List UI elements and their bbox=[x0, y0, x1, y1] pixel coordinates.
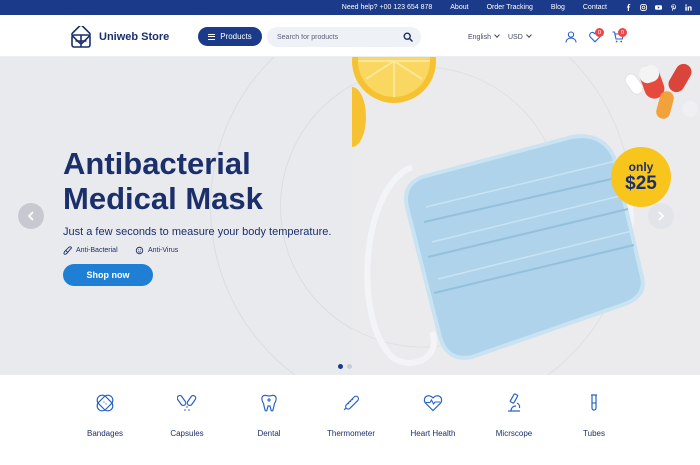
tooth-icon bbox=[261, 394, 277, 412]
lemon-slice bbox=[352, 57, 436, 103]
products-menu-button[interactable]: Products bbox=[198, 27, 262, 46]
cart-count-badge: 0 bbox=[618, 28, 627, 37]
category-microscope[interactable]: Micrscope bbox=[469, 393, 559, 438]
feature-anti-virus-label: Anti-Virus bbox=[148, 247, 179, 254]
pinterest-icon[interactable] bbox=[670, 4, 677, 11]
heart-icon bbox=[423, 395, 443, 412]
chevron-right-icon bbox=[658, 211, 665, 221]
hero-slider: Antibacterial Medical Mask Just a few se… bbox=[0, 57, 700, 375]
chevron-left-icon bbox=[27, 211, 34, 221]
lemon-slice bbox=[352, 87, 366, 147]
virus-icon bbox=[135, 246, 144, 255]
search-bar bbox=[267, 27, 421, 47]
bandage-icon bbox=[96, 394, 114, 412]
chevron-down-icon bbox=[494, 32, 500, 38]
language-value: English bbox=[468, 34, 491, 41]
microscope-icon bbox=[508, 393, 521, 412]
pills bbox=[624, 63, 698, 119]
hero-title-line-2: Medical Mask bbox=[63, 181, 263, 216]
top-link-contact[interactable]: Contact bbox=[583, 4, 607, 11]
shop-now-button[interactable]: Shop now bbox=[63, 264, 153, 286]
search-input[interactable] bbox=[267, 27, 397, 47]
capsules-icon bbox=[177, 394, 197, 411]
category-bandages[interactable]: Bandages bbox=[60, 393, 150, 438]
category-label: Dental bbox=[257, 429, 281, 438]
category-label: Bandages bbox=[86, 429, 124, 438]
feature-anti-bacterial: Anti-Bacterial bbox=[63, 246, 118, 255]
main-header: Uniweb Store Products English USD 0 0 bbox=[0, 15, 700, 57]
category-strip: Bandages Capsules Dental Thermometer Hea… bbox=[0, 375, 700, 465]
category-dental[interactable]: Dental bbox=[224, 393, 314, 438]
feature-anti-bacterial-label: Anti-Bacterial bbox=[76, 247, 118, 254]
thermometer-icon bbox=[343, 395, 360, 411]
chevron-down-icon bbox=[525, 32, 532, 38]
category-label: Tubes bbox=[583, 429, 605, 438]
top-link-blog[interactable]: Blog bbox=[551, 4, 565, 11]
bacteria-shield-icon bbox=[63, 246, 72, 255]
top-bar: Need help? +00 123 654 878 About Order T… bbox=[0, 0, 700, 15]
brand-name[interactable]: Uniweb Store bbox=[99, 31, 169, 43]
test-tube-icon bbox=[591, 394, 597, 411]
top-link-about[interactable]: About bbox=[450, 4, 468, 11]
price-value: $25 bbox=[625, 172, 657, 194]
hamburger-icon bbox=[208, 33, 216, 40]
top-link-order-tracking[interactable]: Order Tracking bbox=[487, 4, 533, 11]
category-tubes[interactable]: Tubes bbox=[549, 393, 639, 438]
facebook-icon[interactable] bbox=[625, 4, 632, 11]
linkedin-icon[interactable] bbox=[685, 4, 692, 11]
category-label: Micrscope bbox=[495, 429, 533, 438]
instagram-icon[interactable] bbox=[640, 4, 647, 11]
hero-title-line-1: Antibacterial bbox=[63, 146, 251, 181]
category-label: Capsules bbox=[170, 429, 204, 438]
products-menu-label: Products bbox=[220, 32, 252, 41]
category-heart-health[interactable]: Heart Health bbox=[388, 393, 478, 438]
currency-value: USD bbox=[508, 34, 523, 41]
search-icon[interactable] bbox=[403, 32, 413, 42]
slider-dot[interactable] bbox=[338, 364, 343, 369]
hero-title: Antibacterial Medical Mask bbox=[63, 146, 363, 216]
slider-next-button[interactable] bbox=[648, 203, 674, 229]
feature-anti-virus: Anti-Virus bbox=[135, 246, 178, 255]
price-badge: only $25 bbox=[611, 147, 671, 207]
wishlist-count-badge: 0 bbox=[595, 28, 604, 37]
price-prefix: only bbox=[628, 159, 654, 174]
hero-subtitle: Just a few seconds to measure your body … bbox=[63, 226, 332, 238]
category-label: Thermometer bbox=[326, 429, 375, 438]
category-thermometer[interactable]: Thermometer bbox=[306, 393, 396, 438]
currency-selector[interactable]: USD bbox=[508, 32, 532, 41]
top-bar-links: Need help? +00 123 654 878 About Order T… bbox=[342, 0, 700, 15]
brand-logo-icon[interactable] bbox=[69, 26, 93, 50]
slider-dot[interactable] bbox=[347, 364, 352, 369]
slider-prev-button[interactable] bbox=[18, 203, 44, 229]
mask-body bbox=[404, 134, 645, 360]
language-selector[interactable]: English bbox=[468, 32, 500, 41]
category-capsules[interactable]: Capsules bbox=[142, 393, 232, 438]
category-label: Heart Health bbox=[410, 429, 456, 438]
slider-pagination bbox=[338, 364, 356, 369]
youtube-icon[interactable] bbox=[655, 4, 662, 11]
user-account-icon[interactable] bbox=[565, 31, 577, 43]
help-phone-text: Need help? +00 123 654 878 bbox=[341, 4, 433, 11]
